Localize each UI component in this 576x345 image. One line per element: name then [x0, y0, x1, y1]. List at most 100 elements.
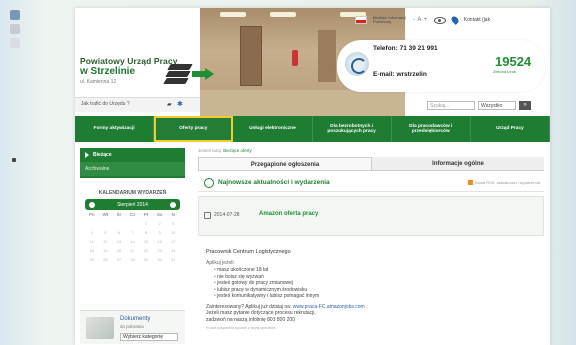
weekday-label: Pn	[89, 212, 95, 217]
tab-news[interactable]: Przegapione ogłoszenia	[198, 157, 372, 170]
fire-extinguisher-icon	[292, 50, 298, 66]
bip-flag-icon[interactable]	[355, 16, 367, 24]
documents-category-select[interactable]: Wybierz kategorię	[120, 333, 178, 341]
weekday-label: So	[156, 212, 163, 217]
calendar-day[interactable]: 12	[99, 237, 113, 246]
sidebar-item-archive[interactable]: Archiwalne	[80, 162, 185, 176]
calendar-day[interactable]: 26	[99, 255, 113, 264]
org-address: ul. Kamienna 12	[80, 79, 117, 85]
calendar-day[interactable]: 5	[99, 228, 113, 237]
calendar-month: Sierpień 2014	[117, 201, 148, 208]
document-icon[interactable]	[10, 38, 20, 48]
content-tabs: Przegapione ogłoszenia Informacje ogólne	[198, 157, 544, 171]
sidebar-menu: Bieżące Archiwalne	[80, 148, 185, 178]
calendar-day[interactable]: 31	[166, 255, 180, 264]
calendar-day[interactable]: 17	[166, 237, 180, 246]
contact-link[interactable]: Kontakt (jak	[464, 17, 490, 23]
calendar-day[interactable]: 16	[153, 237, 167, 246]
nav-item-job-offers[interactable]: Oferty pracy	[154, 116, 234, 142]
job-name: Pracownik Centrum Logistycznego	[206, 249, 291, 255]
sidebar-item-current[interactable]: Bieżące	[80, 148, 185, 162]
job-description: Pracownik Centrum Logistycznego Aplikuj …	[206, 249, 536, 332]
settings-icon[interactable]	[10, 24, 20, 34]
calendar-day[interactable]: 10	[166, 228, 180, 237]
calendar-prev-icon[interactable]	[89, 201, 95, 208]
nav-item-forms[interactable]: Formy aktywizacji	[75, 116, 155, 142]
calendar-title: KALENDARIUM WYDARZEŃ	[98, 190, 167, 196]
calendar-day[interactable]: 21	[126, 246, 140, 255]
calendar-day[interactable]: 24	[166, 246, 180, 255]
calendar-day[interactable]: 7	[126, 228, 140, 237]
left-toolbar	[10, 10, 22, 52]
calendar-day[interactable]: 1	[139, 219, 153, 228]
hotline-number: 19524	[495, 54, 532, 69]
search-scope-select[interactable]: Wszystko	[478, 100, 516, 110]
calendar-day[interactable]: 25	[85, 255, 99, 264]
website: Powiatowy Urząd Pracy w Strzelinie ul. K…	[75, 8, 550, 345]
calendar-day[interactable]: 3	[166, 219, 180, 228]
calendar-day[interactable]: 27	[112, 255, 126, 264]
calendar-day[interactable]: 22	[139, 246, 153, 255]
calendar-weekdays: Pn Wt Śr Cz Pt So N	[85, 212, 180, 217]
car-icon[interactable]: ▰	[167, 101, 172, 108]
calendar-day[interactable]: 19	[99, 246, 113, 255]
bip-link[interactable]: Biuletyn Informacji Publicznej	[373, 16, 407, 24]
nav-item-e-services[interactable]: Usługi elektroniczne	[233, 116, 313, 142]
apply-link[interactable]: www.praca-FC.amazonjobs.com	[293, 304, 365, 310]
small-print: *Koszt połączenia zgodnie z taryfą opera…	[206, 326, 276, 330]
search-button[interactable]: »	[519, 100, 531, 110]
calendar-day[interactable]: 30	[153, 255, 167, 264]
directions-link[interactable]: Jak trafić do Urzędu ?	[81, 101, 130, 107]
walking-person-icon[interactable]: ✱	[177, 100, 183, 108]
nav-item-office[interactable]: Urząd Pracy	[471, 116, 550, 142]
calendar-day[interactable]: 11	[85, 237, 99, 246]
offer-item[interactable]: 2014-07-28 Amazon oferta pracy	[198, 196, 544, 236]
nav-item-unemployed[interactable]: Dla bezrobotnych i poszukujących pracy	[313, 116, 392, 142]
font-size-control[interactable]: - A +	[413, 17, 428, 23]
calendar-day[interactable]: 13	[112, 237, 126, 246]
calendar-day[interactable]: 4	[85, 228, 99, 237]
calendar-day[interactable]: 29	[139, 255, 153, 264]
main-nav: Formy aktywizacji Oferty pracy Usługi el…	[75, 116, 550, 142]
calendar-day[interactable]: 9	[153, 228, 167, 237]
rss-link[interactable]: Kanał RSS: aktualności i wydarzenia	[468, 180, 540, 185]
calendar-day[interactable]: 14	[126, 237, 140, 246]
news-title: Najnowsze aktualności i wydarzenia	[218, 179, 330, 186]
sidebar: Bieżące Archiwalne KALENDARIUM WYDARZEŃ …	[80, 148, 185, 345]
offer-title[interactable]: Amazon oferta pracy	[259, 211, 318, 217]
search-row: Szukaj... Wszystko »	[427, 99, 531, 111]
breadcrumb-current[interactable]: Bieżące oferty	[223, 148, 252, 153]
calendar-day[interactable]: 28	[126, 255, 140, 264]
calendar-day[interactable]: 6	[112, 228, 126, 237]
search-input[interactable]: Szukaj...	[427, 100, 475, 110]
sidebar-item-label: Bieżące	[93, 152, 112, 158]
calendar-day	[99, 219, 113, 228]
app-icon[interactable]	[10, 10, 20, 20]
contact-line-3: zadzwoń na naszą infolinię 801 800 200	[206, 316, 295, 323]
nav-item-employers[interactable]: Dla pracodawców i przedsiębiorców	[392, 116, 471, 142]
phone-number: Telefon: 71 39 21 991	[373, 45, 438, 52]
calendar-day	[85, 219, 99, 228]
phone-icon	[345, 52, 369, 76]
calendar-next-icon[interactable]	[169, 201, 176, 208]
site-header: Powiatowy Urząd Pracy w Strzelinie ul. K…	[75, 8, 550, 116]
weekday-label: N	[171, 212, 175, 217]
main-content: Jesteś tutaj: Bieżące oferty Przegapione…	[198, 148, 544, 345]
calendar-day[interactable]: 15	[139, 237, 153, 246]
documents-box: Dokumenty do pobrania Wybierz kategorię	[80, 310, 185, 344]
documents-subtitle: do pobrania	[120, 324, 144, 329]
news-icon	[204, 177, 214, 188]
contrast-eye-icon[interactable]	[433, 16, 446, 24]
calendar-day[interactable]: 20	[112, 246, 126, 255]
calendar-day[interactable]: 23	[153, 246, 167, 255]
location-pin-icon[interactable]	[449, 15, 460, 25]
calendar-day[interactable]: 18	[85, 246, 99, 255]
weekday-label: Pt	[143, 212, 149, 217]
calendar-day[interactable]: 8	[139, 228, 153, 237]
weekday-label: Wt	[102, 212, 109, 217]
tab-info[interactable]: Informacje ogólne	[372, 157, 544, 170]
org-name-line2: w Strzelinie	[80, 66, 136, 77]
calendar-day[interactable]: 2	[153, 219, 167, 228]
weekday-label: Cz	[129, 212, 136, 217]
email-address[interactable]: E-mail: wrstrzelin	[373, 71, 427, 78]
